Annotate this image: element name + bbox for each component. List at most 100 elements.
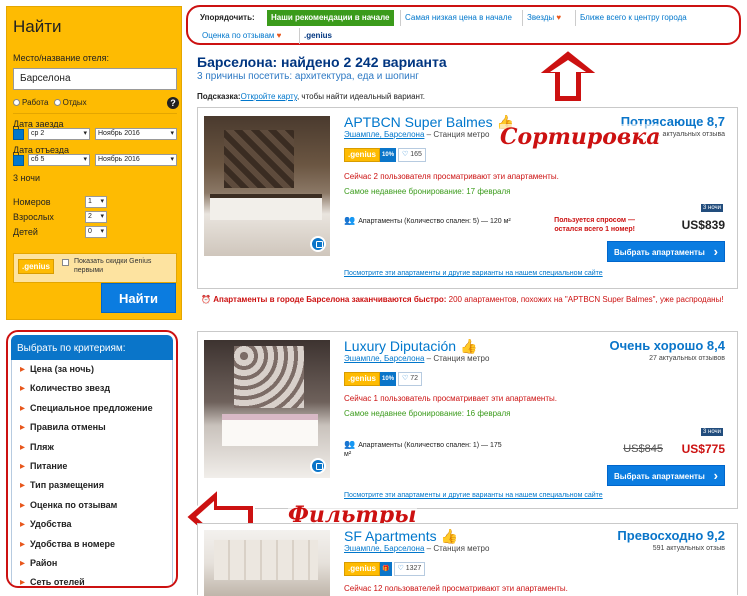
children-select[interactable]: 0 [85,226,107,238]
checkin-day-select[interactable]: ср 2 [28,128,90,140]
price: US$775 [681,442,725,456]
discount-badge: 10% [380,148,397,162]
search-title: Найти [13,17,62,36]
district-link[interactable]: Эшампле, Барселона [344,354,424,363]
wishlist-button[interactable]: ♡ 165 [398,148,426,162]
demand-text: Пользуется спросом — осталcя всего 1 ном… [554,217,635,233]
metro-text: – Станция метро [426,354,490,363]
sellout-alert: ⏰ Апартаменты в городе Барселона заканчи… [197,292,738,324]
wallpaper [234,346,304,408]
filters-header: Выбрать по критериям: [11,335,173,360]
old-price: US$845 [623,443,663,455]
special-site-link[interactable]: Посмотрите эти апартаменты и другие вари… [344,492,603,499]
work-radio[interactable] [13,99,20,107]
wishlist-button[interactable]: ♡ 1327 [393,562,426,576]
sort-stars[interactable]: Звезды ♥ [522,10,565,26]
viewers-text: Сейчас 1 пользователь просматривает эти … [344,394,557,403]
discount-badge: 10% [380,372,397,386]
sort-stars-label: Звезды [527,13,555,22]
genius-row: .genius 10% ♡ 72 [344,372,423,386]
filter-room-facilities[interactable]: Удобства в номере [12,535,172,555]
sort-review-score[interactable]: Оценка по отзывам ♥ [198,28,285,44]
nights-count: 3 ночи [13,173,40,183]
alert-text: 200 апартаментов, похожих на "APTBCN Sup… [448,295,724,304]
likes-count: 72 [410,375,419,382]
filter-special-offer[interactable]: Специальное предложение [12,399,172,419]
calendar-icon[interactable] [13,129,24,140]
thumbs-up-icon: 👍 [459,338,478,354]
genius-row: .genius 10% ♡ 165 [344,148,426,162]
hotel-name-link[interactable]: APTBCN Super Balmes 👍 [344,114,514,131]
destination-input[interactable]: Барселона [13,68,177,90]
map-pin-icon[interactable] [310,236,326,252]
hint-text: , чтобы найти идеальный вариант. [296,92,425,101]
filter-district[interactable]: Район [12,554,172,574]
checkout-month-select[interactable]: Ноябрь 2016 [95,154,177,166]
choose-apartments-button[interactable]: Выбрать апартаменты [607,241,725,262]
district-link[interactable]: Эшампле, Барселона [344,544,424,553]
hotel-name-link[interactable]: SF Apartments 👍 [344,528,458,545]
genius-badge: .genius [344,148,381,162]
wallpaper [224,130,294,188]
metro-text: – Станция метро [426,544,490,553]
filters-panel: Выбрать по критериям: Цена (за ночь) Кол… [6,330,178,588]
filter-review-score[interactable]: Оценка по отзывам [12,496,172,516]
filter-beach[interactable]: Пляж [12,438,172,458]
help-icon[interactable]: ? [167,97,179,109]
hotel-name: APTBCN Super Balmes [344,114,493,130]
location: Эшампле, Барселона – Станция метро [344,354,489,363]
sort-bar: Упорядочить: Наши рекомендации в начале … [186,5,741,45]
leisure-label: Отдых [62,98,87,107]
hotel-name: SF Apartments [344,528,437,544]
sort-label: Упорядочить: [200,13,255,22]
filter-cancellation[interactable]: Правила отмены [12,418,172,438]
hotel-card: Luxury Diputación 👍 Очень хорошо 8,4 27 … [197,331,738,509]
choose-apartments-button[interactable]: Выбрать апартаменты [607,465,725,486]
filters-list: Цена (за ночь) Количество звезд Специаль… [11,360,173,586]
location: Эшампле, Барселона – Станция метро [344,544,489,553]
rating-text: Очень хорошо 8,4 [609,338,725,353]
hotel-name-link[interactable]: Luxury Diputación 👍 [344,338,477,355]
filter-chain[interactable]: Сеть отелей [12,573,172,586]
metro-text: – Станция метро [426,130,490,139]
map-pin-icon[interactable] [310,458,326,474]
heart-icon: ♡ [402,151,409,158]
hotel-photo[interactable] [204,116,330,256]
people-icon: 👥 [344,439,356,449]
results-reasons: 3 причины посетить: архитектура, еда и ш… [197,71,419,82]
filter-property-type[interactable]: Тип размещения [12,476,172,496]
purpose-radios: Работа Отдых [13,98,87,107]
apartment-description: 👥 Апартаменты (Количество спален: 1) — 17… [344,440,504,459]
genius-checkbox[interactable] [62,259,69,266]
filter-stars[interactable]: Количество звезд [12,379,172,399]
sort-lowest-price[interactable]: Самая низкая цена в начале [400,10,516,26]
map-hint: Подсказка:Откройте карту, чтобы найти ид… [197,92,425,101]
sort-recommended[interactable]: Наши рекомендации в начале [267,10,394,26]
genius-badge: .genius [344,372,381,386]
rooms-select[interactable]: 1 [85,196,107,208]
filter-price[interactable]: Цена (за ночь) [12,360,172,380]
search-button[interactable]: Найти [101,283,176,313]
filter-facilities[interactable]: Удобства [12,515,172,535]
checkin-month-select[interactable]: Ноябрь 2016 [95,128,177,140]
special-site-link[interactable]: Посмотрите эти апартаменты и другие вари… [344,270,603,277]
hotel-photo[interactable] [204,530,330,596]
adults-select[interactable]: 2 [85,211,107,223]
calendar-icon[interactable] [13,155,24,166]
open-map-link[interactable]: Откройте карту [241,92,297,101]
bed [222,414,318,446]
leisure-radio[interactable] [53,99,61,107]
heart-icon: ♡ [402,375,409,382]
filter-meals[interactable]: Питание [12,457,172,477]
recent-booking: Самое недавнее бронирование: 16 февраля [344,409,511,418]
checkout-day-select[interactable]: сб 5 [28,154,90,166]
sort-genius[interactable]: .genius [299,28,336,44]
sort-distance[interactable]: Ближе всего к центру города [575,10,691,26]
hotel-card: SF Apartments 👍 Превосходно 9,2 591 акту… [197,523,738,596]
destination-label: Место/название отеля: [13,53,109,63]
hotel-photo[interactable] [204,340,330,478]
district-link[interactable]: Эшампле, Барселона [344,130,424,139]
wishlist-button[interactable]: ♡ 72 [398,372,423,386]
rating-text: Превосходно 9,2 [617,528,725,543]
likes-count: 165 [410,151,422,158]
